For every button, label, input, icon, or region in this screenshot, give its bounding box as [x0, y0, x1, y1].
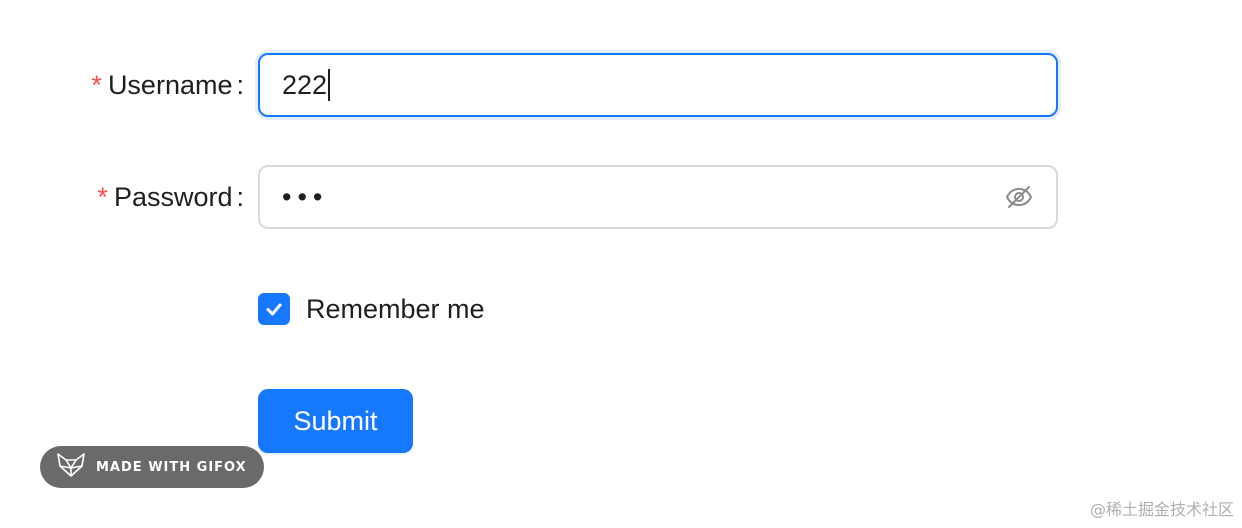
username-label: * Username :	[91, 53, 244, 117]
gifox-badge: MADE WITH GIFOX	[40, 446, 264, 488]
username-input[interactable]: 222	[258, 53, 1058, 117]
submit-button[interactable]: Submit	[258, 389, 413, 453]
remember-me-checkbox[interactable]	[258, 293, 290, 325]
required-mark: *	[91, 69, 102, 100]
username-label-text: Username	[107, 69, 233, 100]
label-colon: :	[236, 69, 244, 100]
password-masked-value: •••	[282, 181, 329, 212]
remember-me-row[interactable]: Remember me	[258, 292, 485, 326]
password-input[interactable]: •••	[258, 165, 1058, 229]
password-label: * Password :	[97, 165, 244, 229]
password-label-text: Password	[113, 181, 233, 212]
watermark-text: @稀土掘金技术社区	[1089, 500, 1234, 519]
username-value-wrap: 222	[282, 69, 331, 101]
username-row: * Username : 222	[0, 53, 1242, 117]
login-form-page: * Username : 222 * Password : ••• Rememb…	[0, 0, 1242, 528]
remember-me-label[interactable]: Remember me	[306, 294, 485, 325]
fox-logo-icon	[56, 452, 86, 483]
eye-invisible-icon[interactable]	[1004, 182, 1034, 212]
required-mark: *	[97, 181, 108, 212]
gifox-badge-text: MADE WITH GIFOX	[96, 459, 247, 475]
password-row: * Password : •••	[0, 165, 1242, 229]
username-value: 222	[282, 69, 328, 100]
text-caret	[328, 69, 331, 101]
label-colon: :	[236, 181, 244, 212]
